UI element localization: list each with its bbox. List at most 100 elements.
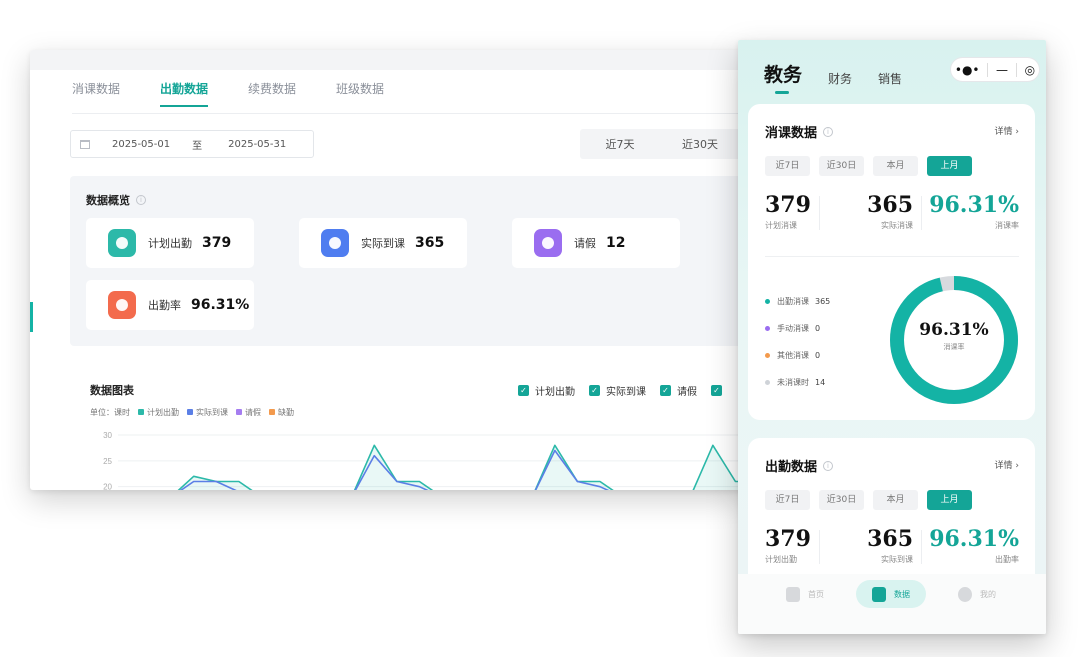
alarm-check-icon: [321, 229, 349, 257]
date-end[interactable]: 2025-05-31: [228, 139, 286, 150]
legend-label: 实际到课: [196, 408, 228, 417]
details-link[interactable]: 详情 ›: [995, 458, 1019, 471]
mobile-top-tabs: 教务 财务 销售: [764, 60, 902, 94]
checkbox-icon[interactable]: ✓: [711, 385, 722, 396]
date-range-picker[interactable]: 2025-05-01 至 2025-05-31: [70, 130, 314, 158]
y-tick-label: 30: [103, 431, 112, 440]
toggle-leave[interactable]: ✓ 请假: [660, 383, 697, 398]
calendar-icon: [80, 139, 90, 149]
tab-sales[interactable]: 销售: [878, 70, 902, 87]
pill-this-month[interactable]: 本月: [873, 490, 918, 510]
tabbar-label: 我的: [980, 589, 996, 599]
pill-7d[interactable]: 近7日: [765, 156, 810, 176]
unit-label: 单位：课时: [90, 408, 130, 417]
legend-value: 365: [815, 297, 831, 306]
donut-legend: 出勤消课 365 手动消课 0 其他消课 0 未消课时 14: [765, 296, 830, 388]
home-icon: [786, 586, 800, 602]
dot-icon: [765, 326, 770, 331]
bottom-tab-bar: 首页 数据 我的: [738, 574, 1046, 634]
stat-card-actual: 实际到课 365: [299, 218, 467, 268]
pill-last-month[interactable]: 上月: [927, 156, 972, 176]
metric-label: 出勤率: [994, 555, 1019, 564]
tab-renewal[interactable]: 续费数据: [248, 80, 296, 107]
legend-label: 其他消课: [777, 351, 809, 360]
legend-label: 缺勤: [278, 408, 294, 417]
overview-title: 数据概览 i: [86, 192, 146, 208]
toggle-label: 计划出勤: [535, 387, 575, 398]
legend-item: 请假: [236, 407, 261, 418]
tabbar-label: 数据: [894, 589, 910, 599]
donut-center: 96.31% 消课率: [886, 320, 1022, 352]
metric-label: 消课率: [994, 221, 1019, 230]
details-link[interactable]: 详情 ›: [995, 124, 1019, 137]
tabbar-home[interactable]: 首页: [770, 580, 840, 608]
range-pills: 近7日 近30日 本月 上月: [765, 490, 972, 510]
pill-30d[interactable]: 近30日: [819, 490, 864, 510]
capsule-divider: [987, 62, 989, 77]
card-title-text: 消课数据: [765, 126, 818, 141]
alarm-clock-icon: [108, 229, 136, 257]
toggle-planned[interactable]: ✓ 计划出勤: [518, 383, 575, 398]
legend-item: 计划出勤: [138, 407, 179, 418]
tab-academic[interactable]: 教务: [764, 60, 802, 94]
toggle-actual[interactable]: ✓ 实际到课: [589, 383, 646, 398]
stat-label: 计划出勤: [148, 237, 192, 250]
donut-label: 消课率: [943, 343, 965, 351]
pill-7d[interactable]: 近7日: [765, 490, 810, 510]
legend-item: 出勤消课 365: [765, 296, 830, 307]
divider: [765, 256, 1019, 257]
y-tick-label: 25: [103, 457, 112, 466]
info-icon[interactable]: i: [823, 460, 834, 471]
overview-title-text: 数据概览: [86, 194, 130, 207]
tabbar-label: 首页: [808, 589, 824, 599]
divider: [818, 530, 820, 564]
stat-card-rate: 出勤率 96.31%: [86, 280, 254, 330]
metric-value: 96.31%: [929, 526, 1019, 552]
planned-metric: 379 计划出勤: [765, 526, 811, 565]
info-icon[interactable]: i: [823, 126, 834, 137]
tab-class[interactable]: 班级数据: [336, 80, 384, 107]
tab-consumption[interactable]: 消课数据: [72, 80, 120, 107]
toggle-label: 实际到课: [606, 387, 646, 398]
tab-attendance[interactable]: 出勤数据: [160, 80, 209, 107]
metric-value: 96.31%: [929, 192, 1019, 218]
legend-value: 14: [815, 378, 826, 387]
quick-range-7d-button[interactable]: 近7天: [580, 136, 660, 152]
pill-this-month[interactable]: 本月: [873, 156, 918, 176]
quick-range-30d-button[interactable]: 近30天: [660, 136, 740, 152]
legend-label: 未消课时: [777, 378, 809, 387]
stat-value: 365: [415, 235, 445, 251]
desktop-window: 消课数据 出勤数据 续费数据 班级数据 2025-05-01 至 2025-05…: [30, 50, 750, 490]
series-toggles: ✓ 计划出勤 ✓ 实际到课 ✓ 请假 ✓: [518, 383, 722, 398]
card-title: 消课数据 i: [765, 122, 834, 141]
stat-label: 请假: [574, 237, 596, 250]
date-start[interactable]: 2025-05-01: [112, 139, 170, 150]
minimize-icon[interactable]: —: [996, 63, 1008, 77]
planned-metric: 379 计划消课: [765, 192, 811, 231]
checkbox-icon[interactable]: ✓: [660, 385, 671, 396]
more-icon[interactable]: •●•: [955, 63, 980, 77]
legend-label: 出勤消课: [777, 297, 809, 306]
tab-finance[interactable]: 财务: [828, 70, 852, 87]
overview-panel: 数据概览 i 计划出勤 379 实际到课 365 请假 12 出勤率 96.31…: [70, 176, 750, 346]
checkbox-icon[interactable]: ✓: [518, 385, 529, 396]
top-bar: [30, 50, 750, 70]
tabbar-profile[interactable]: 我的: [942, 580, 1012, 608]
toggle-absent[interactable]: ✓: [711, 383, 722, 398]
tabbar-data[interactable]: 数据: [856, 580, 926, 608]
legend-item: 未消课时 14: [765, 377, 830, 388]
range-pills: 近7日 近30日 本月 上月: [765, 156, 972, 176]
metric-label: 计划出勤: [765, 555, 797, 564]
checkbox-icon[interactable]: ✓: [589, 385, 600, 396]
legend-label: 请假: [245, 408, 261, 417]
legend-item: 缺勤: [269, 407, 294, 418]
close-icon[interactable]: ◎: [1025, 63, 1035, 77]
card-title-text: 出勤数据: [765, 460, 818, 475]
stat-value: 12: [606, 235, 626, 251]
pill-last-month[interactable]: 上月: [927, 490, 972, 510]
pill-30d[interactable]: 近30日: [819, 156, 864, 176]
summary-numbers: 379 计划出勤 365 实际到课 96.31% 出勤率: [765, 526, 1019, 565]
stat-card-leave: 请假 12: [512, 218, 680, 268]
legend-label: 手动消课: [777, 324, 809, 333]
info-icon[interactable]: i: [136, 195, 146, 205]
